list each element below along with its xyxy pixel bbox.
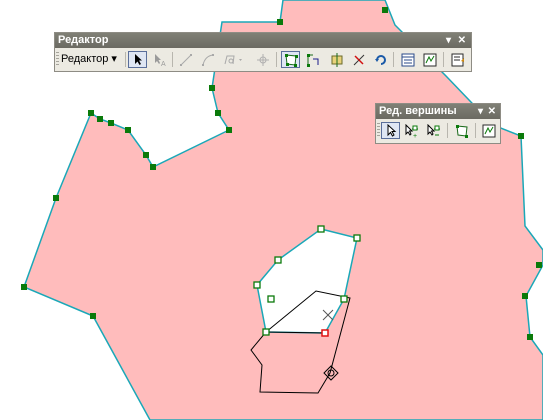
toolbar-options-icon[interactable]: ▾ [446, 33, 451, 48]
reshape-icon [306, 53, 318, 67]
attributes-button[interactable] [398, 51, 417, 68]
trace-tool-button[interactable] [253, 51, 272, 68]
modify-sketch-vertices-button[interactable] [381, 122, 400, 139]
attributes-table-icon [401, 53, 414, 66]
construction-tool-icon [224, 55, 242, 64]
separator [125, 52, 126, 67]
toolbar-options-icon[interactable]: ▾ [478, 104, 483, 119]
reshape-feature-button[interactable] [303, 51, 322, 68]
separator [475, 123, 476, 138]
construction-tools-dropdown[interactable] [220, 51, 248, 68]
vertex-toolbar-title: Ред. вершины [379, 105, 457, 117]
straight-segment-icon [179, 53, 192, 66]
edit-tool-button[interactable] [128, 51, 147, 68]
add-vertex-button[interactable]: + [402, 122, 421, 139]
annotation-cursor-icon: A [154, 53, 166, 67]
straight-segment-button[interactable] [176, 51, 195, 68]
x-marker-icon [322, 309, 334, 321]
arrow-cursor-icon [134, 54, 142, 65]
end-point-arc-button[interactable] [198, 51, 217, 68]
arrow-cursor-icon [387, 124, 396, 137]
rotate-tool-button[interactable] [371, 51, 390, 68]
svg-text:+: + [413, 133, 417, 138]
edit-vertices-button[interactable] [281, 51, 300, 68]
separator [447, 123, 448, 138]
arc-segment-icon [201, 53, 214, 66]
vertex-toolbar-title-bar[interactable]: Ред. вершины ▾ ✕ [376, 104, 500, 119]
toolbar-grip[interactable] [377, 123, 380, 138]
separator [276, 52, 277, 67]
split-icon [353, 54, 364, 65]
cut-polygons-button[interactable] [327, 51, 346, 68]
edit-vertices-toolbar: Ред. вершины ▾ ✕ + [375, 103, 501, 144]
chevron-down-icon: ▾ [111, 53, 117, 65]
create-features-button[interactable] [448, 51, 467, 68]
sketch-properties-icon [482, 124, 495, 137]
create-features-icon [451, 53, 464, 66]
sketch-properties-icon [423, 53, 436, 66]
editor-menu-label: Редактор [61, 53, 109, 65]
cut-polygons-icon [331, 52, 342, 67]
delete-vertex-button[interactable] [424, 122, 443, 139]
editor-toolbar-title-bar[interactable]: Редактор ▾ ✕ [55, 33, 471, 48]
separator [443, 52, 444, 67]
continue-feature-button[interactable] [452, 122, 471, 139]
separator [393, 52, 394, 67]
close-icon[interactable]: ✕ [488, 104, 496, 119]
trace-icon [256, 53, 269, 66]
separator [172, 52, 173, 67]
svg-text:A: A [161, 61, 166, 67]
sketch-properties-button[interactable] [420, 51, 439, 68]
add-vertex-icon: + [405, 123, 418, 138]
editor-menu-dropdown[interactable]: Редактор ▾ [61, 51, 117, 68]
selected-vertex[interactable] [321, 329, 329, 337]
split-tool-button[interactable] [349, 51, 368, 68]
edit-vertices-icon [284, 53, 298, 67]
edit-annotation-tool-button[interactable]: A [150, 51, 169, 68]
editor-toolbar: Редактор ▾ ✕ Редактор ▾ A [54, 32, 472, 72]
editor-toolbar-title: Редактор [58, 34, 109, 46]
sketch-properties-button[interactable] [479, 122, 498, 139]
continue-feature-icon [455, 124, 468, 138]
toolbar-grip[interactable] [56, 52, 59, 67]
delete-vertex-icon [427, 123, 440, 136]
close-icon[interactable]: ✕ [458, 33, 466, 48]
rotate-icon [374, 54, 386, 65]
